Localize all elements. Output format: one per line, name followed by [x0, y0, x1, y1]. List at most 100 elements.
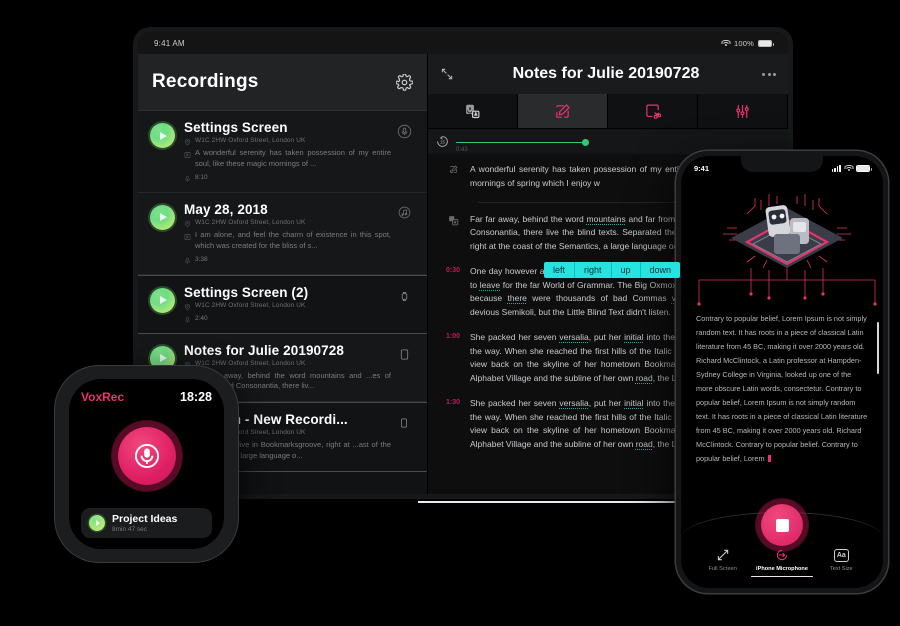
suggestion-left[interactable]: left	[544, 262, 576, 278]
watch-record-area	[81, 404, 212, 508]
recordings-header: Recordings	[138, 54, 427, 111]
gear-icon[interactable]	[395, 72, 414, 91]
phone-bottom-bar: Full Screen iPhone Microphone Aa Text Si…	[681, 504, 883, 588]
play-icon[interactable]	[150, 204, 175, 230]
recording-info: May 28, 2018 W1C 2HW Oxford Street, Lond…	[175, 202, 391, 265]
watch-screen: VoxRec 18:28 Project Ideas 8min 47 sec	[69, 379, 224, 549]
note-title: Notes for Julie 20190728	[512, 65, 700, 82]
more-options-icon[interactable]	[758, 72, 776, 76]
recording-location-row: W1C 2HW Oxford Street, London UK	[184, 302, 391, 311]
watch-card-text: Project Ideas 8min 47 sec	[112, 513, 177, 533]
current-time: 0:43	[456, 146, 468, 153]
recording-snippet-row: A wonderful serenity has taken possessio…	[184, 148, 391, 170]
edit-pencil-icon	[436, 163, 470, 191]
tab-cut[interactable]	[608, 94, 698, 128]
recording-location-row: W1C 2HW Oxford Street, London UK	[184, 360, 391, 369]
recording-title: Settings Screen	[184, 120, 288, 135]
transcript-timestamp[interactable]: 0:30	[436, 265, 470, 320]
signal-bars-icon	[831, 164, 841, 172]
watch-device: VoxRec 18:28 Project Ideas 8min 47 sec	[55, 366, 238, 562]
text-cursor	[767, 455, 771, 462]
action-text-size[interactable]: Aa Text Size	[812, 549, 871, 572]
stop-record-button[interactable]	[761, 504, 803, 546]
recording-location-row: W1C 2HW Oxford Street, London UK	[184, 219, 391, 228]
recording-duration: 3:38	[195, 255, 208, 263]
tablet-status-bar: 9:41 AM 100%	[138, 32, 788, 54]
watch-card-subtitle: 8min 47 sec	[112, 526, 148, 533]
tab-settings[interactable]	[698, 94, 788, 128]
word-suggestions[interactable]: left right up down	[544, 262, 681, 278]
battery-icon	[758, 39, 774, 47]
phone-status-time: 9:41	[694, 163, 710, 173]
battery-icon	[856, 164, 872, 172]
tablet-status-right: 100%	[721, 38, 774, 48]
phone-icon	[391, 412, 417, 462]
microphone-input-icon	[776, 549, 788, 561]
action-iphone-microphone[interactable]: iPhone Microphone	[750, 548, 814, 578]
phone-status-right	[831, 164, 872, 172]
battery-percent: 100%	[734, 38, 754, 48]
svg-text:15: 15	[440, 139, 445, 144]
ai-robot-chip-illustration	[681, 176, 883, 308]
watch-icon	[391, 285, 417, 324]
transcript-timestamp[interactable]: 1:00	[436, 331, 470, 386]
scrollbar-thumb[interactable]	[877, 322, 879, 374]
recording-item[interactable]: Settings Screen (2) W1C 2HW Oxford Stree…	[138, 274, 427, 334]
phone-transcript[interactable]: Contrary to popular belief, Lorem Ipsum …	[681, 308, 883, 504]
tablet-icon	[391, 343, 417, 393]
copy-text-icon	[436, 213, 470, 254]
detail-header: Notes for Julie 20190728	[428, 54, 788, 94]
suggestion-down[interactable]: down	[641, 262, 681, 278]
recording-location: W1C 2HW Oxford Street, London UK	[195, 137, 306, 144]
recording-location-row: W1C 2HW Oxford Street, London UK	[184, 137, 391, 146]
tab-edit[interactable]	[518, 94, 608, 128]
recording-location: W1C 2HW Oxford Street, London UK	[195, 301, 306, 309]
play-icon[interactable]	[89, 515, 105, 531]
tablet-status-time: 9:41 AM	[154, 38, 185, 48]
progress-knob[interactable]	[581, 138, 589, 146]
fullscreen-arrows-icon	[717, 549, 728, 561]
play-icon[interactable]	[150, 123, 175, 148]
recording-duration: 8:10	[195, 173, 208, 181]
wifi-icon	[721, 39, 731, 47]
recording-title: May 28, 2018	[184, 201, 268, 217]
callout-connector-line	[418, 501, 680, 503]
action-label: Text Size	[829, 566, 853, 572]
text-size-icon: Aa	[833, 549, 849, 562]
phone-actions[interactable]: Full Screen iPhone Microphone Aa Text Si…	[681, 548, 883, 578]
tab-transcribe[interactable]	[428, 94, 518, 128]
transcript-icon	[184, 152, 191, 158]
recording-snippet: A wonderful serenity has taken possessio…	[195, 148, 391, 168]
phone-transcript-text: Contrary to popular belief, Lorem Ipsum …	[696, 314, 868, 463]
scene: 9:41 AM 100% Recordings Settings Screen …	[0, 0, 900, 626]
microphone-record-icon[interactable]	[117, 427, 176, 485]
watch-time: 18:28	[180, 390, 212, 404]
recording-duration-row: 2:40	[184, 315, 391, 324]
recording-location: W1C 2HW Oxford Street, London UK	[195, 218, 306, 226]
page-title: Recordings	[152, 71, 259, 92]
recording-title: Notes for Julie 20190728	[184, 342, 344, 358]
app-brand: VoxRec	[81, 390, 125, 404]
recording-title: Settings Screen (2)	[184, 284, 309, 300]
rewind-15-icon[interactable]: 15	[436, 135, 449, 148]
transcript-timestamp[interactable]: 1:30	[436, 397, 470, 452]
phone-status-bar: 9:41	[681, 156, 883, 176]
location-pin-icon	[184, 303, 191, 310]
watch-recent-card[interactable]: Project Ideas 8min 47 sec	[81, 508, 212, 538]
play-icon[interactable]	[150, 287, 175, 313]
recording-location: W1C 2HW Oxford Street, London UK	[195, 359, 306, 367]
suggestion-up[interactable]: up	[612, 262, 641, 278]
detail-tabs[interactable]	[428, 94, 788, 129]
microphone-icon	[185, 257, 190, 264]
microphone-circle-icon	[391, 120, 417, 183]
recording-info: Settings Screen W1C 2HW Oxford Street, L…	[175, 120, 391, 183]
recording-item[interactable]: May 28, 2018 W1C 2HW Oxford Street, Lond…	[138, 192, 427, 275]
recording-item[interactable]: Settings Screen W1C 2HW Oxford Street, L…	[138, 111, 427, 193]
microphone-icon	[185, 175, 190, 182]
action-full-screen[interactable]: Full Screen	[693, 548, 752, 572]
expand-diagonal-icon[interactable]	[440, 67, 454, 81]
location-pin-icon	[184, 220, 191, 228]
suggestion-right[interactable]: right	[575, 262, 612, 278]
wifi-icon	[844, 164, 853, 172]
recording-duration-row: 8:10	[184, 174, 391, 183]
